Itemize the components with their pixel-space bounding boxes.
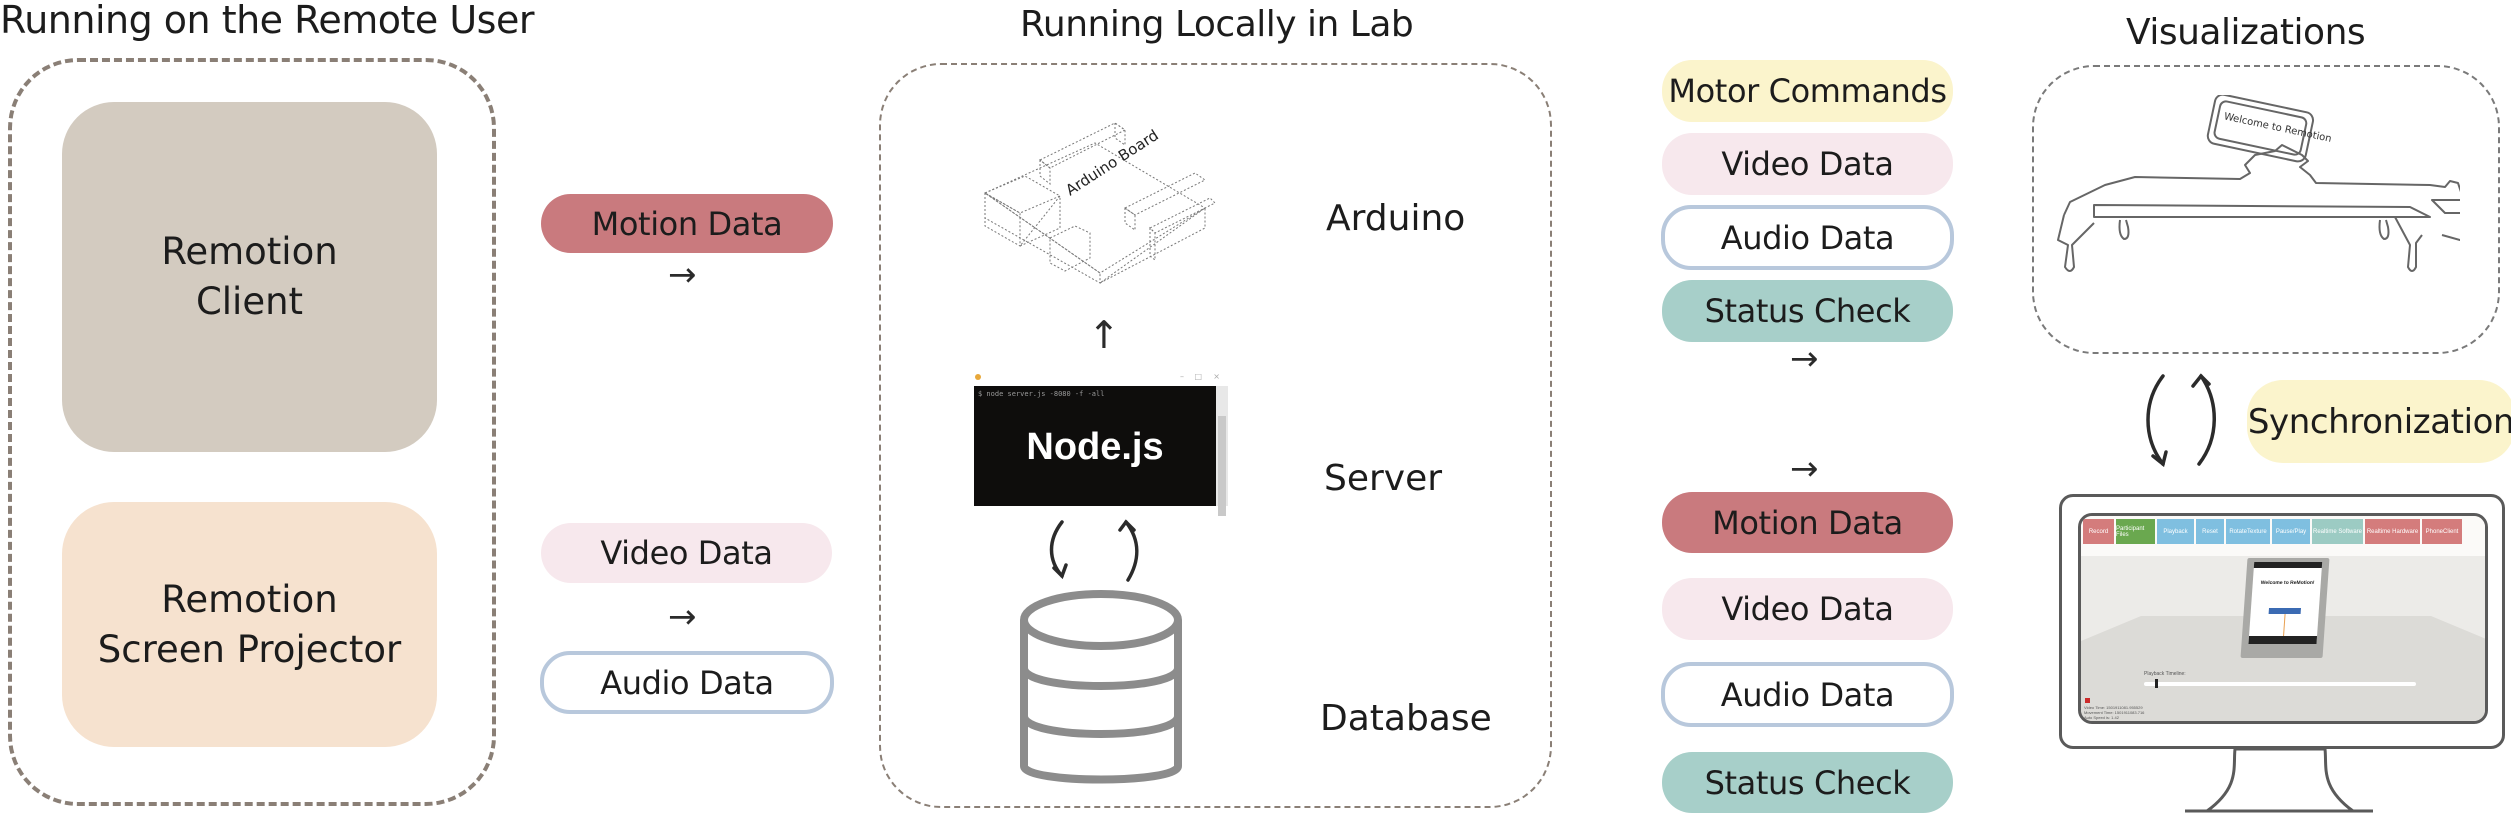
monitor-stand — [2185, 747, 2373, 813]
right-arrow-icon: → — [1790, 449, 1819, 489]
playback-timeline-slider[interactable] — [2144, 679, 2416, 688]
screen-projector-line2: Screen Projector — [97, 627, 402, 671]
motion-data-pill: Motion Data — [1662, 492, 1953, 553]
playback-timeline-handle[interactable] — [2154, 679, 2158, 688]
robot-screen-text: Welcome to Remotion — [2223, 111, 2333, 145]
realtime-software-button[interactable]: Realtime Software — [2312, 519, 2363, 544]
pause-play-button[interactable]: Pause/Play — [2272, 519, 2310, 544]
lab-title: Running Locally in Lab — [1020, 4, 1414, 45]
remotion-client-line2: Client — [195, 280, 304, 323]
video-data-pill: Video Data — [1662, 133, 1953, 195]
screen-projector-line1: Remotion — [161, 577, 338, 621]
synchronization-arrows-icon — [2146, 373, 2216, 468]
terminal-command: $ node server.js -8080 -f -all — [978, 390, 1105, 398]
close-icon[interactable]: × — [1213, 372, 1220, 381]
remotion-client-block: Remotion Client — [62, 102, 437, 452]
up-arrow-icon: ↑ — [1088, 313, 1120, 357]
audio-data-pill: Audio Data — [540, 651, 834, 714]
rotate-texture-button[interactable]: RotateTexture — [2226, 519, 2270, 544]
nodejs-terminal-window: – □ × $ node server.js -8080 -f -all Nod… — [972, 372, 1228, 516]
monitor-frame: Record Participant Files Playback Reset … — [2059, 494, 2505, 749]
synchronization-pill: Synchronization — [2247, 380, 2511, 463]
phone-orange-line — [2283, 614, 2286, 636]
realtime-hardware-button[interactable]: Realtime Hardware — [2365, 519, 2420, 544]
status-check-pill: Status Check — [1662, 752, 1953, 813]
terminal-body: $ node server.js -8080 -f -all Node.js — [974, 386, 1216, 506]
minimize-icon[interactable]: – — [1180, 372, 1184, 381]
maximize-icon[interactable]: □ — [1194, 372, 1202, 381]
remotion-client-line1: Remotion — [161, 230, 338, 273]
record-indicator — [2085, 698, 2090, 703]
nodejs-label: Node.js — [1026, 426, 1164, 468]
playback-button[interactable]: Playback — [2157, 519, 2194, 544]
phone-client-button[interactable]: PhoneClient — [2422, 519, 2462, 544]
phone-heading: Welcome to ReMotion! — [2260, 580, 2315, 586]
arduino-board-label: Arduino Board — [1062, 126, 1161, 199]
visualizations-title: Visualizations — [2126, 12, 2366, 53]
database-label: Database — [1320, 698, 1492, 739]
phone-screen: Welcome to ReMotion! — [2248, 562, 2323, 644]
remotion-screen-projector-block: Remotion Screen Projector — [62, 502, 437, 747]
auto-speed-readout: Auto Speed is: 1.42 — [2084, 715, 2119, 720]
record-button[interactable]: Record — [2083, 519, 2114, 544]
terminal-scrollbar[interactable] — [1216, 386, 1228, 516]
motion-data-pill: Motion Data — [541, 194, 833, 253]
status-check-pill: Status Check — [1662, 280, 1953, 342]
video-data-pill: Video Data — [1662, 578, 1953, 640]
video-data-pill: Video Data — [541, 523, 832, 583]
sync-arrows-icon — [1049, 519, 1139, 582]
robot-outline-illustration: Welcome to Remotion — [2057, 95, 2460, 272]
server-label: Server — [1324, 458, 1443, 499]
participant-files-button[interactable]: Participant Files — [2116, 519, 2155, 544]
app-icon — [975, 374, 981, 380]
right-arrow-icon: → — [1790, 339, 1819, 379]
reset-button[interactable]: Reset — [2196, 519, 2224, 544]
arduino-board-icon: Arduino Board — [983, 122, 1216, 284]
audio-data-pill: Audio Data — [1661, 205, 1954, 270]
playback-timeline-label: Playback Timeline: — [2144, 671, 2186, 677]
visualization-app-screen: Record Participant Files Playback Reset … — [2078, 513, 2488, 724]
phone-model: Welcome to ReMotion! — [2240, 558, 2330, 658]
arduino-label: Arduino — [1326, 198, 1466, 239]
motor-commands-pill: Motor Commands — [1662, 60, 1953, 122]
right-arrow-icon: → — [668, 255, 697, 295]
database-icon — [1020, 590, 1182, 784]
remote-user-title: Running on the Remote User — [0, 0, 534, 42]
right-arrow-icon: → — [668, 597, 697, 637]
audio-data-pill: Audio Data — [1661, 662, 1954, 727]
terminal-titlebar: – □ × — [972, 372, 1228, 386]
app-toolbar: Record Participant Files Playback Reset … — [2081, 516, 2485, 556]
